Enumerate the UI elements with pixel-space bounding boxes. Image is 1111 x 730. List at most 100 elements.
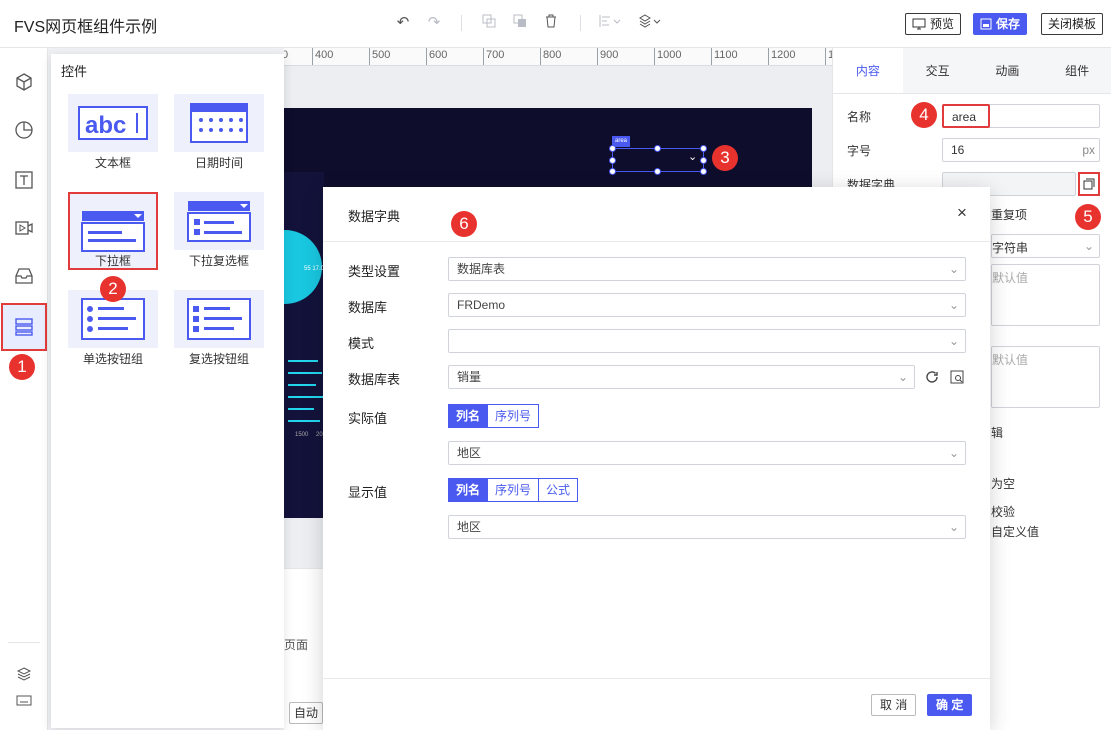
cancel-button[interactable]: 取 消 <box>871 694 917 716</box>
control-checkbox-group[interactable]: 复选按钮组 <box>174 290 264 378</box>
display-tab-column[interactable]: 列名 <box>448 478 489 502</box>
data-dictionary-edit-button[interactable] <box>1078 172 1100 196</box>
paste-icon[interactable] <box>511 14 529 32</box>
preview-table-icon[interactable] <box>948 368 966 386</box>
close-icon[interactable]: × <box>953 204 971 222</box>
delete-icon[interactable] <box>542 14 560 32</box>
control-label: 文本框 <box>94 156 131 170</box>
sidebar-item-components[interactable] <box>8 66 40 98</box>
resize-handle[interactable] <box>609 157 616 164</box>
auto-button[interactable]: 自动 <box>289 702 324 724</box>
confirm-button[interactable]: 确 定 <box>927 694 973 716</box>
align-icon[interactable] <box>598 14 622 32</box>
type-select-value: 字符串 <box>992 241 1029 255</box>
textbox-icon: abc <box>78 106 148 140</box>
sidebar-item-containers[interactable] <box>8 260 40 292</box>
axis-label: 1500 <box>295 432 309 438</box>
database-label: 数据库 <box>348 300 388 315</box>
schema-select[interactable]: ⌄ <box>448 329 966 353</box>
preview-button[interactable]: 预览 <box>905 13 962 35</box>
schema-label: 模式 <box>348 336 375 351</box>
copy-icon <box>1083 178 1095 190</box>
actual-value-select[interactable]: 地区 ⌄ <box>448 441 966 465</box>
form-controls-icon <box>15 318 33 336</box>
ruler-tick: 1100 <box>711 48 738 65</box>
data-dictionary-dialog: 数据字典 × 类型设置 数据库表 ⌄ 数据库 FRDemo ⌄ 模式 ⌄ 数据库… <box>323 187 990 730</box>
tab-component[interactable]: 组件 <box>1042 48 1111 93</box>
type-setting-select[interactable]: 数据库表 ⌄ <box>448 257 966 281</box>
dialog-title: 数据字典 <box>348 209 401 224</box>
default-value-box-2[interactable]: 默认值 <box>991 346 1100 408</box>
control-textbox[interactable]: abc 文本框 <box>68 94 158 182</box>
control-label: 复选按钮组 <box>188 352 249 366</box>
resize-handle[interactable] <box>700 157 707 164</box>
undo-icon[interactable]: ↶ <box>394 14 412 32</box>
layers-icon[interactable] <box>638 14 662 32</box>
control-dropdown[interactable]: 下拉框 <box>68 192 158 280</box>
actual-tab-column[interactable]: 列名 <box>448 404 489 428</box>
inbox-icon <box>15 268 33 284</box>
display-value-mode-tabs: 列名 序列号 公式 <box>448 478 579 502</box>
control-datetime[interactable]: 日期时间 <box>174 94 264 182</box>
radio-group-icon <box>81 298 145 340</box>
resize-handle[interactable] <box>700 145 707 152</box>
save-button[interactable]: 保存 <box>973 13 1028 35</box>
actual-value-label: 实际值 <box>348 411 388 426</box>
name-label: 名称 <box>847 110 872 124</box>
sidebar-item-keyboard[interactable] <box>8 684 40 716</box>
dropdown-icon <box>81 211 145 252</box>
database-select[interactable]: FRDemo ⌄ <box>448 293 966 317</box>
ruler-tick: 1300 <box>825 48 832 65</box>
dialog-divider <box>323 241 990 242</box>
tab-content[interactable]: 内容 <box>833 48 903 93</box>
display-value-value: 地区 <box>457 520 482 534</box>
default-value-placeholder: 默认值 <box>992 353 1029 367</box>
control-label: 下拉复选框 <box>188 254 249 268</box>
display-value-select[interactable]: 地区 ⌄ <box>448 515 966 539</box>
ruler-tick: 800 <box>540 48 561 65</box>
control-dropdown-multi[interactable]: 下拉复选框 <box>174 192 264 280</box>
sidebar-item-controls[interactable] <box>1 303 47 351</box>
ruler-tick: 1200 <box>768 48 795 65</box>
font-size-field[interactable]: 16 px <box>942 138 1100 162</box>
custom-value-label: 自定义值 <box>991 525 1040 539</box>
bar-widget <box>288 408 314 410</box>
resize-handle[interactable] <box>654 145 661 152</box>
redo-icon[interactable]: ↷ <box>425 14 443 32</box>
name-field[interactable]: area <box>942 104 990 128</box>
close-template-button[interactable]: 关闭模板 <box>1041 13 1104 35</box>
default-value-box[interactable]: 默认值 <box>991 264 1100 326</box>
table-select[interactable]: 销量 ⌄ <box>448 365 915 389</box>
actual-tab-index[interactable]: 序列号 <box>487 404 540 428</box>
type-select[interactable]: 字符串 ⌄ <box>991 234 1100 258</box>
validation-label: 校验 <box>991 505 1016 519</box>
control-radio-group[interactable]: 单选按钮组 <box>68 290 158 378</box>
tab-interaction[interactable]: 交互 <box>902 48 973 93</box>
video-icon <box>15 221 33 235</box>
refresh-icon[interactable] <box>923 368 941 386</box>
copy-icon[interactable] <box>480 14 498 32</box>
display-tab-index[interactable]: 序列号 <box>487 478 540 502</box>
checkbox-group-icon <box>187 298 251 340</box>
ruler-tick: 400 <box>312 48 333 65</box>
resize-handle[interactable] <box>654 168 661 175</box>
bar-widget <box>288 372 322 374</box>
save-icon <box>980 18 992 30</box>
resize-handle[interactable] <box>609 168 616 175</box>
datetime-thumb <box>174 94 264 152</box>
sidebar-item-media[interactable] <box>8 212 40 244</box>
actual-value-value: 地区 <box>457 446 482 460</box>
control-label: 日期时间 <box>194 156 243 170</box>
dropdown-checkbox-icon <box>187 201 251 242</box>
annotation-badge: 3 <box>712 145 738 171</box>
display-tab-formula[interactable]: 公式 <box>538 478 579 502</box>
sidebar-item-text[interactable] <box>8 164 40 196</box>
sidebar-item-charts[interactable] <box>8 114 40 146</box>
bar-widget <box>288 360 318 362</box>
resize-handle[interactable] <box>700 168 707 175</box>
ruler-tick: 300 <box>284 48 304 65</box>
tab-animation[interactable]: 动画 <box>972 48 1043 93</box>
resize-handle[interactable] <box>609 145 616 152</box>
annotation-badge: 6 <box>451 211 477 237</box>
annotation-badge: 4 <box>911 102 937 128</box>
